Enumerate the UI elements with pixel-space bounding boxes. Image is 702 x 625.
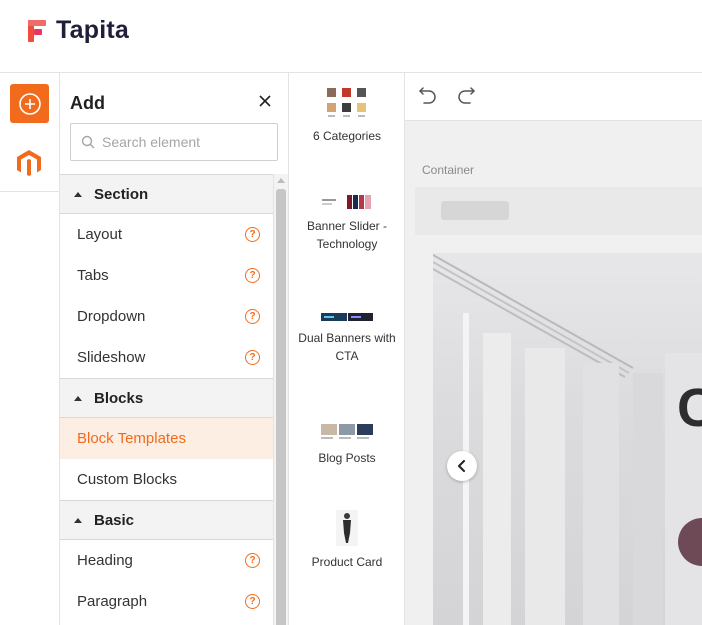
element-item-dropdown[interactable]: Dropdown ? — [60, 296, 273, 337]
template-item-dual-banners-with-cta[interactable]: Dual Banners with CTA — [289, 311, 405, 365]
section-label: Blocks — [94, 389, 144, 407]
element-label: Layout — [77, 226, 123, 243]
section-header-blocks[interactable]: Blocks — [60, 378, 273, 418]
template-item-blog-posts[interactable]: Blog Posts — [289, 421, 405, 467]
element-item-custom-blocks[interactable]: Custom Blocks — [60, 459, 273, 500]
help-icon[interactable]: ? — [245, 594, 260, 609]
tapita-logo-icon — [28, 19, 46, 42]
template-label: Dual Banners with CTA — [298, 331, 396, 363]
caret-up-icon — [74, 517, 82, 523]
template-item-banner-slider-technology[interactable]: Banner Slider - Technology — [289, 193, 405, 253]
template-thumbnail — [321, 424, 373, 439]
element-item-tabs[interactable]: Tabs ? — [60, 255, 273, 296]
panel-scrollbar[interactable] — [273, 174, 288, 625]
section-label: Basic — [94, 511, 135, 529]
slider-prev-button[interactable] — [447, 451, 477, 481]
help-icon[interactable]: ? — [245, 268, 260, 283]
help-icon[interactable]: ? — [245, 553, 260, 568]
caret-up-icon — [74, 191, 82, 197]
chevron-left-icon — [458, 460, 465, 472]
rail-divider — [0, 191, 60, 192]
search-box — [70, 123, 278, 161]
add-panel: Add Section Layout ? Tabs ? Dropdown ? S… — [60, 73, 289, 625]
editor-canvas: Container C — [405, 73, 702, 625]
section-header-section[interactable]: Section — [60, 174, 273, 214]
block-templates-list: 6 Categories Banner Slider - Technology … — [289, 73, 405, 625]
template-label: Product Card — [311, 555, 383, 569]
left-rail — [0, 73, 60, 625]
container-label: Container — [422, 163, 475, 177]
help-icon[interactable]: ? — [245, 309, 260, 324]
hero-banner-preview[interactable]: C — [433, 253, 702, 625]
element-item-slideshow[interactable]: Slideshow ? — [60, 337, 273, 378]
element-label: Dropdown — [77, 308, 146, 325]
magento-icon[interactable] — [16, 149, 42, 177]
element-list: Section Layout ? Tabs ? Dropdown ? Slide… — [60, 174, 273, 622]
container-placeholder — [441, 201, 509, 220]
element-label: Slideshow — [77, 349, 146, 366]
search-icon — [81, 135, 95, 149]
element-item-layout[interactable]: Layout ? — [60, 214, 273, 255]
plus-circle-icon — [18, 92, 41, 115]
template-thumbnail — [336, 510, 358, 546]
redo-icon[interactable] — [455, 85, 477, 107]
element-item-paragraph[interactable]: Paragraph ? — [60, 581, 273, 622]
search-input[interactable] — [102, 134, 272, 150]
template-thumbnail — [321, 313, 373, 321]
template-item-6-categories[interactable]: 6 Categories — [289, 85, 405, 145]
element-label: Heading — [77, 552, 133, 569]
undo-icon[interactable] — [417, 85, 439, 107]
top-bar: Tapita — [0, 0, 702, 73]
template-thumbnail — [327, 88, 366, 117]
template-label: Banner Slider - Technology — [306, 219, 388, 251]
element-item-block-templates[interactable]: Block Templates — [60, 418, 273, 459]
hero-heading-fragment: C — [677, 378, 702, 438]
template-item-product-card[interactable]: Product Card — [289, 509, 405, 571]
element-label: Tabs — [77, 267, 109, 284]
template-label: Blog Posts — [318, 451, 376, 465]
section-label: Section — [94, 185, 149, 203]
scroll-up-icon[interactable] — [277, 178, 285, 183]
caret-up-icon — [74, 395, 82, 401]
help-icon[interactable]: ? — [245, 350, 260, 365]
section-header-basic[interactable]: Basic — [60, 500, 273, 540]
canvas-toolbar — [405, 73, 702, 121]
container-block[interactable] — [415, 187, 702, 235]
element-item-heading[interactable]: Heading ? — [60, 540, 273, 581]
template-label: 6 Categories — [312, 129, 382, 143]
hero-background-image — [433, 254, 702, 625]
close-icon[interactable] — [257, 93, 273, 109]
logo[interactable]: Tapita — [26, 16, 129, 45]
add-element-button[interactable] — [10, 84, 49, 123]
scroll-thumb[interactable] — [276, 189, 286, 625]
app-name: Tapita — [56, 16, 129, 44]
element-label: Paragraph — [77, 593, 148, 610]
element-label: Block Templates — [77, 430, 186, 447]
help-icon[interactable]: ? — [245, 227, 260, 242]
template-thumbnail — [322, 195, 371, 209]
element-label: Custom Blocks — [77, 471, 178, 488]
panel-title: Add — [70, 93, 105, 113]
